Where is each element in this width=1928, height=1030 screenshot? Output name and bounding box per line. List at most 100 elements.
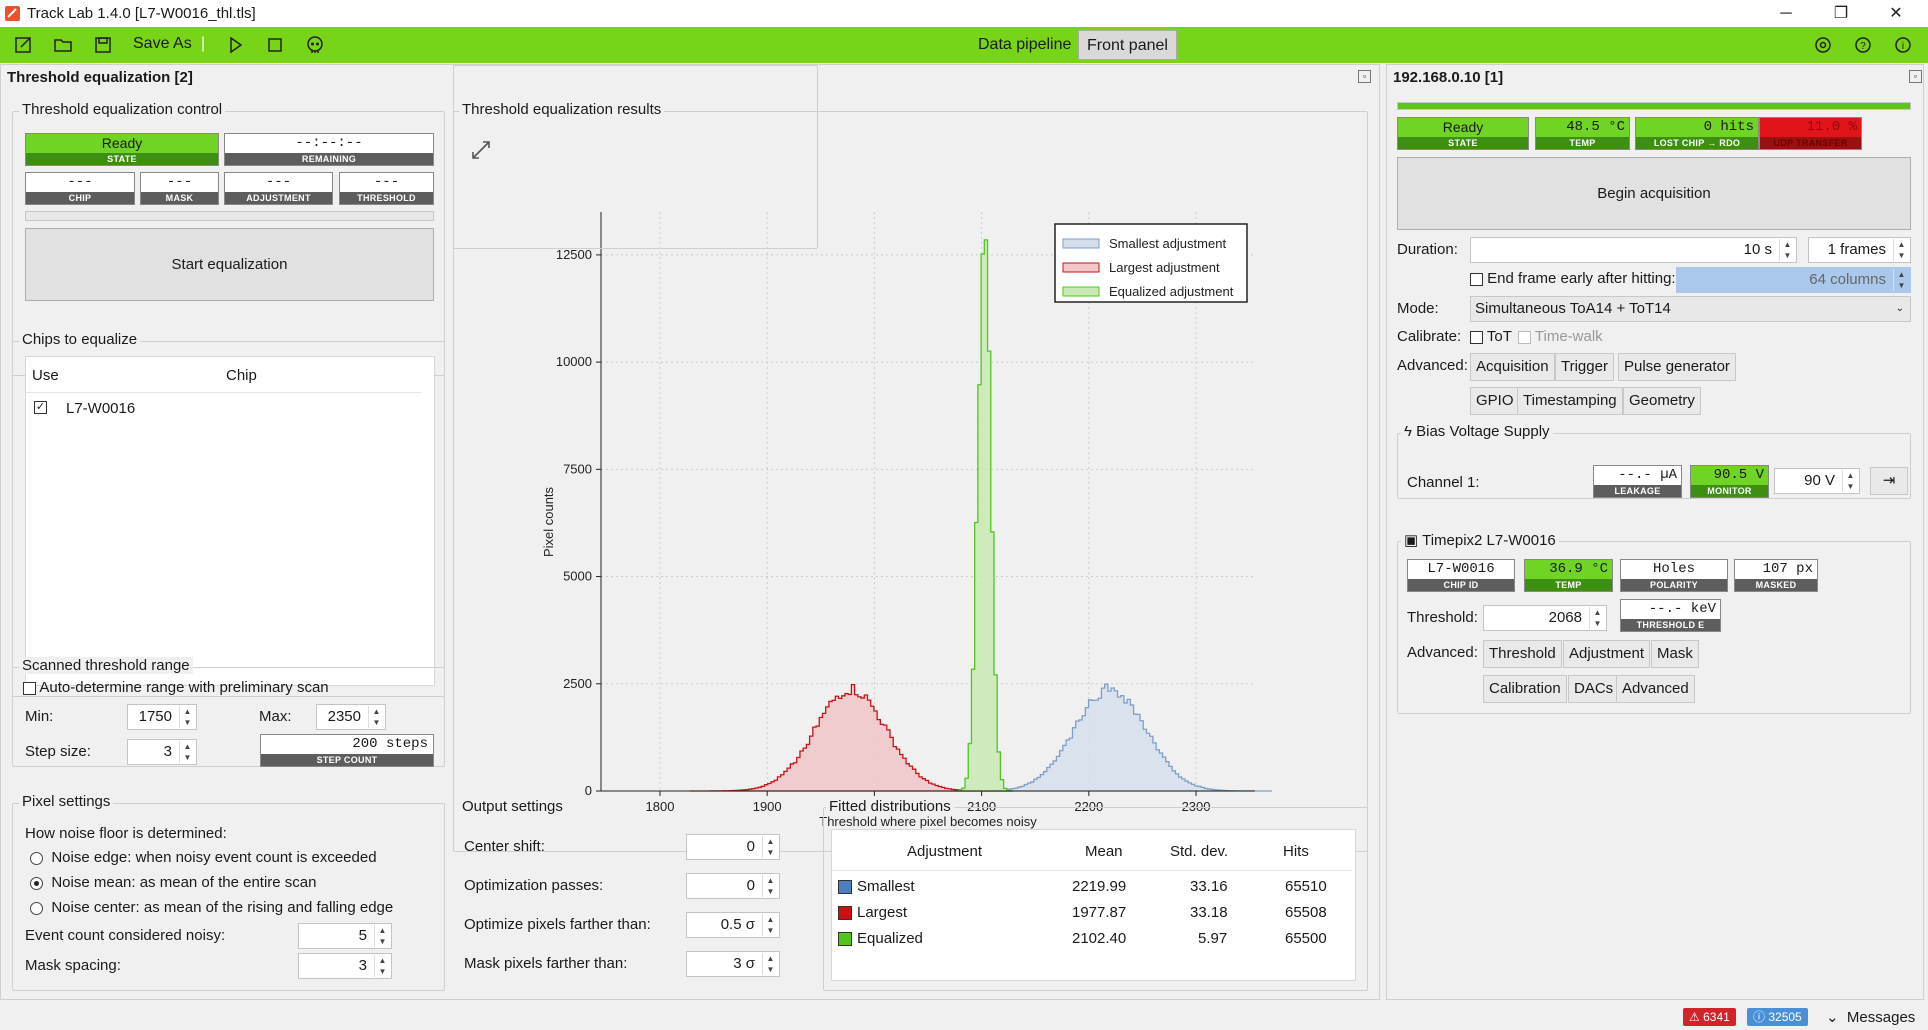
chip-advanced-button[interactable]: Advanced (1616, 675, 1695, 703)
svg-text:i: i (1902, 41, 1904, 52)
info-icon[interactable]: i (1890, 32, 1916, 58)
status-bar: ⚠ 6341 ⓘ 32505 ⌄ Messages (0, 1004, 1928, 1030)
max-label: Max: (259, 708, 292, 725)
duration-label: Duration: (1397, 241, 1458, 258)
chip-adjustment-button[interactable]: Adjustment (1563, 640, 1651, 668)
chip-icon: ▣ (1404, 532, 1419, 549)
max-spinbox[interactable]: 2350 ▲ ▼ (316, 704, 386, 730)
chip-threshold-spinbox[interactable]: 2068 ▲ ▼ (1483, 605, 1607, 631)
table-row[interactable]: Equalized 2102.40 5.97 65500 (832, 926, 1352, 952)
tab-data-pipeline[interactable]: Data pipeline (970, 30, 1079, 60)
timewalk-label: Time-walk (1534, 328, 1603, 345)
tot-checkbox[interactable] (1470, 330, 1483, 344)
undock-icon[interactable]: ▫ (1909, 70, 1922, 83)
trigger-button[interactable]: Trigger (1555, 353, 1614, 381)
restore-button[interactable]: ❐ (1823, 2, 1859, 26)
center-shift-label: Center shift: (464, 838, 545, 855)
acquisition-button[interactable]: Acquisition (1470, 353, 1555, 381)
tab-front-panel[interactable]: Front panel (1078, 30, 1177, 60)
passes-spinbox[interactable]: 0 ▲ ▼ (686, 873, 780, 899)
table-row[interactable]: Smallest 2219.99 33.16 65510 (832, 874, 1352, 900)
noise-center-radio[interactable] (30, 901, 43, 915)
minimize-button[interactable]: ─ (1768, 2, 1804, 26)
min-spinbox[interactable]: 1750 ▲ ▼ (127, 704, 197, 730)
x-tick-label: 1900 (753, 799, 782, 814)
end-frame-checkbox[interactable] (1470, 272, 1483, 286)
close-button[interactable]: ✕ (1878, 2, 1914, 26)
end-frame-label: End frame early after hitting: (1487, 270, 1676, 287)
settings-icon[interactable] (1810, 32, 1836, 58)
chips-group-title: Chips to equalize (19, 331, 141, 348)
end-frame-spinbox[interactable]: 64 columns ▲ ▼ (1676, 267, 1911, 293)
undock-icon[interactable]: ▫ (1358, 70, 1371, 83)
geometry-button[interactable]: Geometry (1623, 387, 1701, 415)
timewalk-option[interactable]: Time-walk (1518, 328, 1603, 345)
table-row[interactable]: Largest 1977.87 33.18 65508 (832, 900, 1352, 926)
tot-label: ToT (1486, 328, 1512, 345)
passes-label: Optimization passes: (464, 877, 604, 894)
step-size-spinbox[interactable]: 3 ▲ ▼ (127, 739, 197, 765)
open-folder-icon[interactable] (50, 32, 76, 58)
pulse-generator-button[interactable]: Pulse generator (1618, 353, 1736, 381)
skull-icon[interactable] (302, 32, 328, 58)
bias-title-text: Bias Voltage Supply (1416, 423, 1550, 440)
chips-table-header (26, 357, 421, 393)
y-tick-label: 10000 (556, 354, 592, 369)
chip-calibration-button[interactable]: Calibration (1483, 675, 1567, 703)
mask-indicator: --- MASK (140, 172, 219, 205)
begin-acquisition-button[interactable]: Begin acquisition (1397, 157, 1911, 230)
noise-edge-option[interactable]: Noise edge: when noisy event count is ex… (30, 849, 377, 866)
duration-spinbox[interactable]: 10 s ▲ ▼ (1470, 237, 1797, 263)
center-shift-spinbox[interactable]: 0 ▲ ▼ (686, 834, 780, 860)
use-checkbox[interactable]: ✓ (34, 401, 47, 414)
noise-center-option[interactable]: Noise center: as mean of the rising and … (30, 899, 393, 916)
table-row[interactable]: ✓ L7-W0016 (26, 393, 421, 423)
chip-name-cell: L7-W0016 (66, 400, 136, 417)
row-mean: 2219.99 (1072, 878, 1127, 895)
gpio-button[interactable]: GPIO (1470, 387, 1520, 415)
output-settings-group (453, 65, 818, 249)
noise-mean-radio[interactable] (30, 876, 43, 890)
chip-mask-button[interactable]: Mask (1651, 640, 1699, 668)
mode-label: Mode: (1397, 300, 1439, 317)
fitted-group-title: Fitted distributions (826, 798, 954, 815)
frames-spinbox[interactable]: 1 frames ▲ ▼ (1808, 237, 1911, 263)
chip-threshold-button[interactable]: Threshold (1483, 640, 1562, 668)
noise-mean-option[interactable]: Noise mean: as mean of the entire scan (30, 874, 317, 891)
info-count-badge[interactable]: ⓘ 32505 (1747, 1008, 1808, 1026)
tot-option[interactable]: ToT (1470, 328, 1512, 345)
auto-determine-option[interactable]: Auto-determine range with preliminary sc… (23, 679, 329, 696)
mask-farther-spinbox[interactable]: 3 σ ▲ ▼ (686, 951, 780, 977)
timestamping-button[interactable]: Timestamping (1517, 387, 1623, 415)
row-name: Equalized (857, 930, 923, 947)
apply-voltage-icon[interactable]: ⇥ (1870, 467, 1908, 495)
help-icon[interactable]: ? (1850, 32, 1876, 58)
auto-determine-checkbox[interactable] (23, 681, 36, 695)
save-as-button[interactable]: Save As (133, 35, 192, 53)
noise-edge-radio[interactable] (30, 851, 43, 865)
event-count-spinbox[interactable]: 5 ▲ ▼ (298, 923, 392, 949)
messages-toggle[interactable]: ⌄ Messages (1826, 1008, 1915, 1026)
y-axis-label: Pixel counts (541, 486, 556, 557)
timewalk-checkbox[interactable] (1518, 330, 1531, 344)
optimize-spinbox[interactable]: 0.5 σ ▲ ▼ (686, 912, 780, 938)
start-equalization-button[interactable]: Start equalization (25, 228, 434, 301)
new-file-icon[interactable] (10, 32, 36, 58)
col-use-header: Use (32, 367, 59, 384)
noise-mean-label: Noise mean: as mean of the entire scan (51, 874, 317, 891)
mode-select[interactable]: Simultaneous ToA14 + ToT14 ⌄ (1470, 296, 1911, 322)
play-icon[interactable] (222, 32, 248, 58)
row-mean: 2102.40 (1072, 930, 1127, 947)
control-group-title: Threshold equalization control (19, 101, 226, 118)
mask-spacing-spinbox[interactable]: 3 ▲ ▼ (298, 953, 392, 979)
end-frame-option[interactable]: End frame early after hitting: (1470, 270, 1676, 287)
row-hits: 65508 (1285, 904, 1327, 921)
bias-voltage-spinbox[interactable]: 90 V ▲ ▼ (1774, 468, 1860, 494)
chip-dacs-button[interactable]: DACs (1568, 675, 1620, 703)
y-tick-label: 2500 (563, 676, 592, 691)
error-count-badge[interactable]: ⚠ 6341 (1683, 1008, 1736, 1026)
x-tick-label: 1800 (646, 799, 675, 814)
panel-title: Threshold equalization [2] (7, 69, 193, 86)
save-icon[interactable] (90, 32, 116, 58)
stop-icon[interactable] (262, 32, 288, 58)
